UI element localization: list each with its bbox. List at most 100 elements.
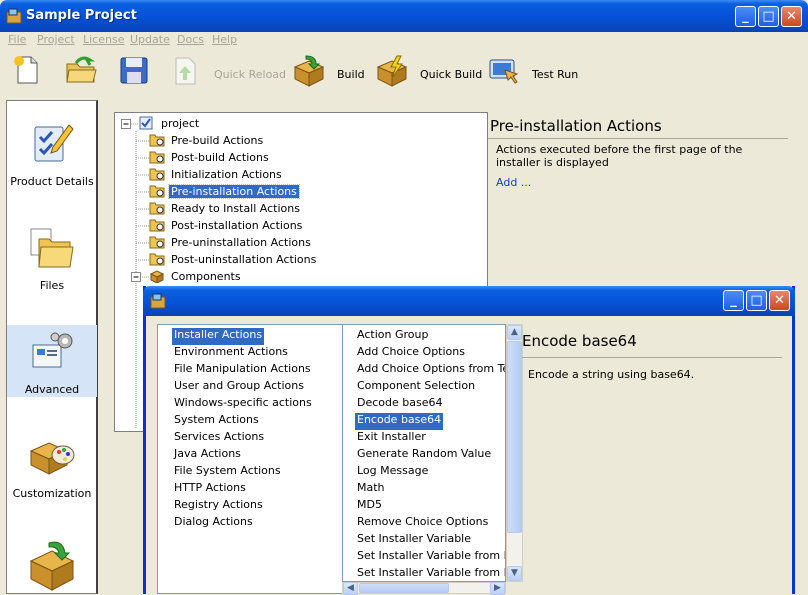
category-item[interactable]: File System Actions <box>172 464 283 481</box>
build-label: Build <box>337 68 365 81</box>
nav-product-details-label: Product Details <box>10 175 94 188</box>
nav-files[interactable]: Files <box>7 221 97 293</box>
open-project-button[interactable] <box>64 54 98 94</box>
folder-gear-icon <box>149 168 165 181</box>
menu-update[interactable]: Update <box>130 33 170 46</box>
detail-pane: Pre-installation Actions Actions execute… <box>488 112 808 292</box>
scroll-left-arrow-icon[interactable]: ◀ <box>343 582 358 595</box>
category-item[interactable]: File Manipulation Actions <box>172 362 313 379</box>
action-item[interactable]: Exit Installer <box>355 430 428 447</box>
category-item[interactable]: Registry Actions <box>172 498 265 515</box>
close-icon: ✕ <box>774 293 785 308</box>
packaging-box-icon <box>29 541 75 591</box>
detail-title: Pre-installation Actions <box>490 117 662 135</box>
action-item[interactable]: Action Group <box>355 328 430 345</box>
action-item[interactable]: Set Installer Variable from Regu <box>355 549 505 566</box>
components-icon <box>149 270 165 283</box>
action-item-selected[interactable]: Encode base64 <box>355 413 444 430</box>
dialog-maximize-button[interactable]: □ <box>746 290 767 311</box>
customization-palette-icon <box>29 442 75 475</box>
nav-packaging[interactable] <box>7 533 97 593</box>
save-button[interactable] <box>118 54 150 94</box>
close-button[interactable]: ✕ <box>781 6 802 27</box>
dialog-minimize-button[interactable]: _ <box>723 290 744 311</box>
clipboard-checklist-icon <box>34 124 74 162</box>
vscroll-thumb[interactable] <box>507 341 522 533</box>
menu-project[interactable]: Project <box>37 33 75 46</box>
category-item[interactable]: System Actions <box>172 413 261 430</box>
test-run-button[interactable]: Test Run <box>487 54 582 94</box>
tree-item-label: Post-build Actions <box>171 151 269 164</box>
action-item[interactable]: Remove Choice Options <box>355 515 490 532</box>
action-item[interactable]: Generate Random Value <box>355 447 493 464</box>
action-item[interactable]: Add Choice Options <box>355 345 467 362</box>
toolbar: Quick Reload Build Quick Build Test Run <box>0 50 808 98</box>
tree-root-label: project <box>161 117 200 130</box>
dialog-title-bar[interactable]: _ □ ✕ <box>143 286 795 316</box>
test-run-icon <box>489 59 519 84</box>
scroll-down-arrow-icon[interactable]: ▼ <box>507 566 522 581</box>
quick-reload-button[interactable]: Quick Reload <box>172 54 286 94</box>
menu-file[interactable]: File <box>8 33 26 46</box>
folder-gear-icon <box>149 134 165 147</box>
action-list-vscrollbar[interactable]: ▲ ▼ <box>506 324 523 582</box>
menu-help[interactable]: Help <box>212 33 237 46</box>
category-item[interactable]: Environment Actions <box>172 345 290 362</box>
maximize-icon: □ <box>750 293 763 308</box>
nav-advanced[interactable]: Advanced <box>7 325 97 397</box>
action-item[interactable]: Add Choice Options from Text <box>355 362 505 379</box>
build-box-icon <box>293 55 325 87</box>
section-nav: Product Details Files Advanced Customiza… <box>6 100 98 594</box>
detail-description: Actions executed before the first page o… <box>496 143 743 169</box>
tree-item-label: Initialization Actions <box>171 168 282 181</box>
files-folder-icon <box>30 228 74 268</box>
hscroll-thumb[interactable] <box>359 583 449 593</box>
add-action-link[interactable]: Add ... <box>496 176 531 189</box>
folder-gear-icon <box>149 151 165 164</box>
quick-build-icon <box>376 55 408 87</box>
scroll-right-arrow-icon[interactable]: ▶ <box>490 582 505 595</box>
tree-item-label: Pre-installation Actions <box>168 184 300 199</box>
category-item[interactable]: Windows-specific actions <box>172 396 314 413</box>
menu-license[interactable]: License <box>83 33 124 46</box>
category-item[interactable]: User and Group Actions <box>172 379 306 396</box>
detail-divider <box>488 138 788 139</box>
dialog-detail-divider <box>522 357 782 358</box>
action-item[interactable]: Set Installer Variable <box>355 532 473 549</box>
action-list[interactable]: Action Group Add Choice Options Add Choi… <box>342 324 506 582</box>
action-item[interactable]: Component Selection <box>355 379 477 396</box>
dialog-detail-description: Encode a string using base64. <box>528 368 695 381</box>
nav-advanced-label: Advanced <box>24 383 80 396</box>
reload-icon <box>175 57 196 85</box>
action-item[interactable]: Log Message <box>355 464 430 481</box>
folder-gear-icon <box>149 202 165 215</box>
category-item[interactable]: HTTP Actions <box>172 481 248 498</box>
nav-product-details[interactable]: Product Details <box>7 117 97 189</box>
window-title: Sample Project <box>26 8 137 23</box>
action-item[interactable]: Math <box>355 481 387 498</box>
category-list[interactable]: Installer Actions Environment Actions Fi… <box>157 324 343 594</box>
nav-customization[interactable]: Customization <box>7 429 97 501</box>
category-item-selected[interactable]: Installer Actions <box>172 328 265 345</box>
quick-build-button[interactable]: Quick Build <box>375 54 482 94</box>
action-list-hscrollbar[interactable]: ◀ ▶ <box>342 582 506 595</box>
main-title-bar[interactable]: Sample Project _ □ ✕ <box>0 0 808 32</box>
maximize-button[interactable]: □ <box>758 6 779 27</box>
new-project-button[interactable] <box>12 54 44 94</box>
category-item[interactable]: Java Actions <box>172 447 243 464</box>
nav-customization-label: Customization <box>12 487 92 500</box>
project-icon <box>139 116 153 130</box>
minimize-button[interactable]: _ <box>735 6 756 27</box>
action-item[interactable]: Decode base64 <box>355 396 444 413</box>
category-item[interactable]: Services Actions <box>172 430 266 447</box>
close-icon: ✕ <box>786 9 797 24</box>
action-item[interactable]: Set Installer Variable from Progr <box>355 566 505 581</box>
action-item[interactable]: MD5 <box>355 498 384 515</box>
dialog-close-button[interactable]: ✕ <box>769 290 790 311</box>
scroll-up-arrow-icon[interactable]: ▲ <box>507 325 522 340</box>
category-item[interactable]: Dialog Actions <box>172 515 255 532</box>
dialog-app-icon <box>150 293 166 309</box>
build-button[interactable]: Build <box>292 54 365 94</box>
tree-item-label: Components <box>171 270 241 283</box>
menu-docs[interactable]: Docs <box>177 33 204 46</box>
